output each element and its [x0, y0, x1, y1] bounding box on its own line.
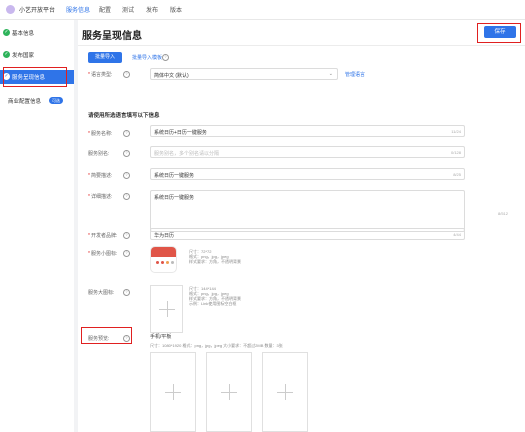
large-icon-label: 服务大图标:: [88, 290, 115, 296]
nav-version[interactable]: 版本: [170, 5, 182, 14]
detail-textarea[interactable]: 系统日历一键服务: [150, 190, 465, 232]
check-icon: ✓: [3, 73, 10, 80]
preview-upload-3[interactable]: [262, 352, 308, 432]
preview-label: 服务预览:: [88, 336, 110, 342]
large-icon-upload[interactable]: [150, 285, 183, 333]
small-icon-label: *服务小图标:: [88, 251, 118, 257]
plus-icon: [285, 384, 286, 400]
app-title: 小艺开放平台: [19, 8, 56, 14]
help-icon[interactable]: ?: [123, 130, 130, 137]
main-panel: 服务呈现信息 保存 批量导入 批量导入模板 ? *语言类型: ? 简体中文 (默…: [78, 20, 525, 432]
nav-publish[interactable]: 发布: [146, 5, 158, 14]
plus-icon: [173, 384, 174, 400]
help-icon[interactable]: ?: [123, 289, 130, 296]
sidebar: ✓ 基本信息 ✓ 发布国家 ✓ 服务呈现信息 商业配置信息 可选: [0, 20, 74, 432]
nav-test[interactable]: 测试: [122, 5, 134, 14]
service-name-label: *服务名称:: [88, 131, 113, 137]
check-icon: ✓: [3, 29, 10, 36]
sidebar-item-presentation[interactable]: ✓ 服务呈现信息: [0, 70, 74, 84]
save-button[interactable]: 保存: [484, 26, 516, 38]
icon-dot: [171, 261, 174, 264]
sidebar-item-label: 基本信息: [12, 31, 35, 37]
service-name-input[interactable]: 系统日历+日历一键服务 11/24: [150, 125, 465, 137]
large-icon-spec: 尺寸：144*144 格式：png，jpg，jpeg 样式要求：方角，不透明背景…: [189, 286, 241, 306]
language-label: *语言类型:: [88, 72, 113, 78]
detail-label: *详细描述:: [88, 194, 113, 200]
small-icon-spec: 尺寸：72*72 格式：png，jpg，jpeg 样式要求：方角，不透明背景: [189, 249, 241, 264]
spec-line: 样式要求：方角，不透明背景: [189, 259, 241, 264]
help-icon[interactable]: ?: [123, 172, 130, 179]
char-count: 8/512: [498, 211, 509, 216]
service-alias-label: 服务别名:: [88, 151, 110, 157]
batch-import-template-link[interactable]: 批量导入模板: [132, 54, 162, 61]
developer-input[interactable]: 华为日历 4/44: [150, 228, 465, 240]
top-bar: 小艺开放平台 服务信息 配置 测试 发布 版本: [0, 0, 525, 20]
divider: [78, 45, 525, 46]
check-icon: ✓: [3, 51, 10, 58]
brief-input[interactable]: 系统日历一键服务 8/25: [150, 168, 465, 180]
sidebar-item-commercial[interactable]: 商业配置信息 可选: [0, 94, 74, 108]
help-icon[interactable]: ?: [123, 335, 130, 342]
plus-icon: [166, 301, 168, 317]
page-title: 服务呈现信息: [82, 31, 142, 42]
char-count: 4/44: [453, 232, 461, 237]
char-count: 0/128: [450, 150, 461, 155]
detail-value: 系统日历一键服务: [154, 195, 195, 201]
calendar-app-icon[interactable]: [150, 246, 177, 273]
optional-badge: 可选: [49, 97, 63, 104]
sidebar-item-basic-info[interactable]: ✓ 基本信息: [0, 26, 74, 40]
spec-line: 示例：Link使用图标空白框: [189, 301, 237, 306]
logo-icon: [6, 5, 15, 14]
section-heading: 请使用所选语言填写以下信息: [88, 113, 160, 119]
help-icon[interactable]: ?: [123, 250, 130, 257]
nav-service-info[interactable]: 服务信息: [66, 5, 90, 14]
preview-upload-2[interactable]: [206, 352, 252, 432]
batch-import-button[interactable]: 批量导入: [88, 52, 122, 63]
help-icon[interactable]: ?: [123, 150, 130, 157]
manage-language-link[interactable]: 管理语言: [345, 71, 365, 78]
help-icon[interactable]: ?: [123, 71, 130, 78]
sidebar-item-countries[interactable]: ✓ 发布国家: [0, 48, 74, 62]
brief-value: 系统日历一键服务: [154, 173, 195, 179]
icon-dot: [156, 261, 159, 264]
language-select[interactable]: 简体中文 (默认) ⌄: [150, 68, 338, 80]
plus-icon: [229, 384, 230, 400]
icon-header: [151, 247, 176, 257]
service-name-value: 系统日历+日历一键服务: [154, 130, 207, 136]
alias-placeholder: 服务别名，多个别名请以分隔: [154, 151, 220, 157]
char-count: 8/25: [453, 172, 461, 177]
preview-upload-1[interactable]: [150, 352, 196, 432]
sidebar-item-label: 服务呈现信息: [12, 75, 46, 81]
chevron-down-icon: ⌄: [328, 71, 333, 77]
service-alias-input[interactable]: 服务别名，多个别名请以分隔 0/128: [150, 146, 465, 158]
developer-value: 华为日历: [154, 233, 175, 239]
sidebar-item-label: 发布国家: [12, 53, 35, 59]
language-value: 简体中文 (默认): [154, 73, 189, 79]
preview-spec: 尺寸：1080*1920 格式：png，jpg，jpeg 大小要求：不超过2MB…: [150, 343, 283, 348]
preview-device: 手机/平板: [150, 334, 172, 340]
char-count: 11/24: [451, 129, 461, 134]
icon-dot: [166, 261, 169, 264]
sidebar-item-label: 商业配置信息: [8, 99, 42, 105]
nav-config[interactable]: 配置: [99, 5, 111, 14]
help-icon[interactable]: ?: [123, 193, 130, 200]
help-icon[interactable]: ?: [123, 232, 130, 239]
developer-label: *开发者品牌:: [88, 233, 118, 239]
help-icon[interactable]: ?: [162, 54, 169, 61]
brief-label: *简要描述:: [88, 173, 113, 179]
icon-dot: [161, 261, 164, 264]
